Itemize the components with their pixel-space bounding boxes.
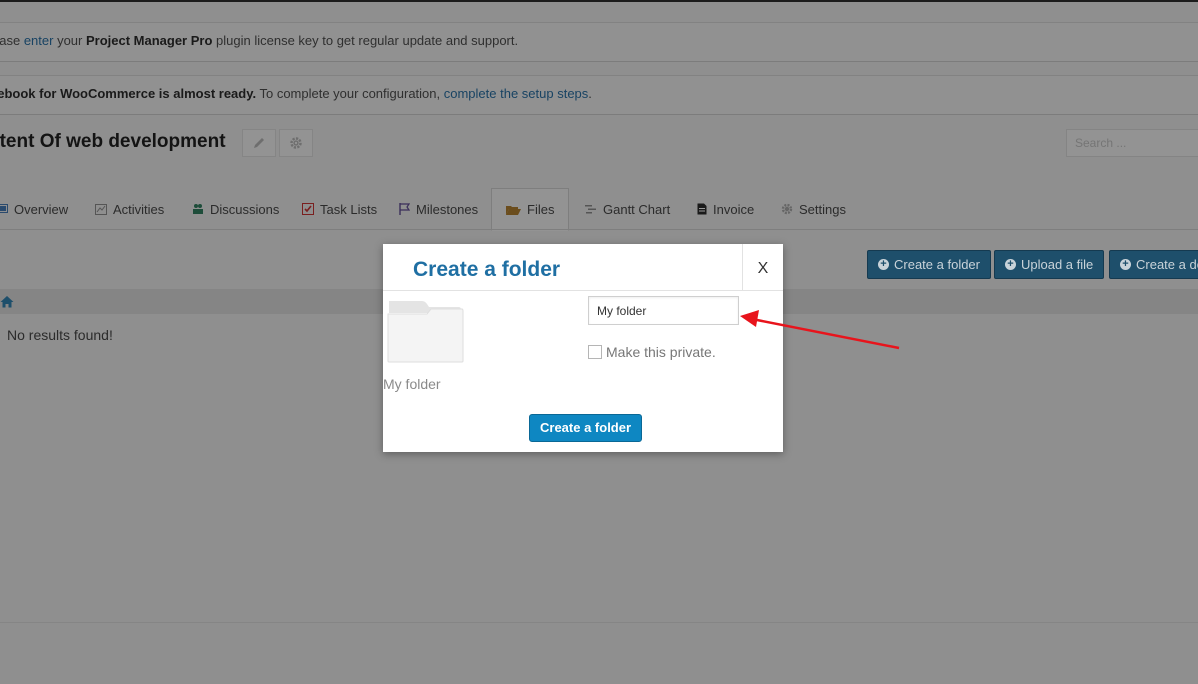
tab-invoice[interactable]: Invoice (697, 188, 754, 230)
tab-gantt-chart[interactable]: Gantt Chart (585, 188, 670, 230)
pencil-icon (254, 138, 264, 148)
gantt-icon (585, 204, 596, 213)
facebook-notice-body: To complete your configuration, (256, 86, 444, 101)
dialog-title: Create a folder (413, 258, 561, 281)
upload-file-button[interactable]: + Upload a file (994, 250, 1105, 279)
folder-name-input[interactable] (588, 296, 739, 325)
home-icon[interactable] (0, 295, 14, 308)
tab-settings[interactable]: Settings (781, 188, 846, 230)
private-checkbox[interactable] (588, 345, 602, 359)
tab-label: Overview (14, 201, 69, 217)
gear-icon (781, 203, 793, 215)
dialog-header: Create a folder X (383, 244, 783, 291)
license-notice: ease enter your Project Manager Pro plug… (0, 22, 1198, 62)
license-notice-middle: your (53, 33, 86, 48)
tab-label: Settings (799, 201, 846, 217)
tabs-divider (0, 229, 1198, 230)
footer-divider (0, 622, 1198, 623)
private-label: Make this private. (606, 344, 716, 360)
create-doc-label: Create a do (1136, 257, 1198, 272)
license-notice-prefix: ease (0, 33, 21, 48)
facebook-notice: cebook for WooCommerce is almost ready. … (0, 75, 1198, 115)
task-lists-icon (302, 203, 314, 215)
folder-preview (387, 299, 464, 366)
tab-label: Task Lists (320, 201, 378, 217)
plus-circle-icon: + (1005, 259, 1016, 270)
plus-circle-icon: + (878, 259, 889, 270)
tab-label: Files (527, 202, 555, 217)
search-input[interactable] (1066, 129, 1198, 157)
private-option[interactable]: Make this private. (588, 344, 716, 360)
overview-icon (0, 203, 8, 213)
license-notice-text: ease enter your Project Manager Pro plug… (0, 23, 518, 59)
activities-icon (95, 203, 107, 215)
tab-label: Milestones (416, 201, 479, 217)
close-button[interactable]: X (742, 244, 783, 290)
folder-open-icon (506, 205, 521, 215)
create-doc-button[interactable]: + Create a do (1109, 250, 1198, 279)
create-folder-dialog: Create a folder X My folder Make this pr… (383, 244, 783, 452)
project-title: ntent Of web development (0, 131, 226, 152)
create-folder-submit-button[interactable]: Create a folder (529, 414, 643, 442)
discussions-icon (193, 204, 203, 214)
enter-license-link[interactable]: enter (24, 33, 54, 48)
tab-overview[interactable]: Overview (0, 188, 68, 230)
facebook-notice-text: cebook for WooCommerce is almost ready. … (0, 76, 592, 112)
upload-file-label: Upload a file (1021, 257, 1094, 272)
tab-task-lists[interactable]: Task Lists (302, 188, 377, 230)
tab-label: Discussions (210, 201, 280, 217)
milestones-icon (399, 203, 410, 215)
empty-message: No results found! (7, 327, 113, 343)
tab-files[interactable]: Files (491, 188, 570, 231)
facebook-notice-bold: cebook for WooCommerce is almost ready. (0, 86, 257, 101)
tab-label: Activities (113, 201, 165, 217)
create-folder-button[interactable]: + Create a folder (867, 250, 991, 279)
setup-steps-link[interactable]: complete the setup steps (444, 86, 589, 101)
invoice-icon (697, 203, 707, 215)
tab-label: Gantt Chart (603, 201, 671, 217)
facebook-notice-suffix: . (588, 86, 592, 101)
gear-icon (290, 137, 302, 149)
plugin-name: Project Manager Pro (85, 33, 213, 48)
edit-project-button[interactable] (242, 129, 276, 157)
folder-preview-label: My folder (383, 376, 441, 392)
plus-circle-icon: + (1120, 259, 1131, 270)
tab-activities[interactable]: Activities (95, 188, 164, 230)
license-notice-suffix: plugin license key to get regular update… (212, 33, 519, 48)
admin-top-bar (0, 0, 1198, 2)
project-settings-button[interactable] (279, 129, 313, 157)
tab-milestones[interactable]: Milestones (399, 188, 478, 230)
tab-discussions[interactable]: Discussions (192, 188, 279, 230)
tab-label: Invoice (713, 201, 755, 217)
folder-icon (387, 301, 464, 363)
create-folder-label: Create a folder (894, 257, 980, 272)
